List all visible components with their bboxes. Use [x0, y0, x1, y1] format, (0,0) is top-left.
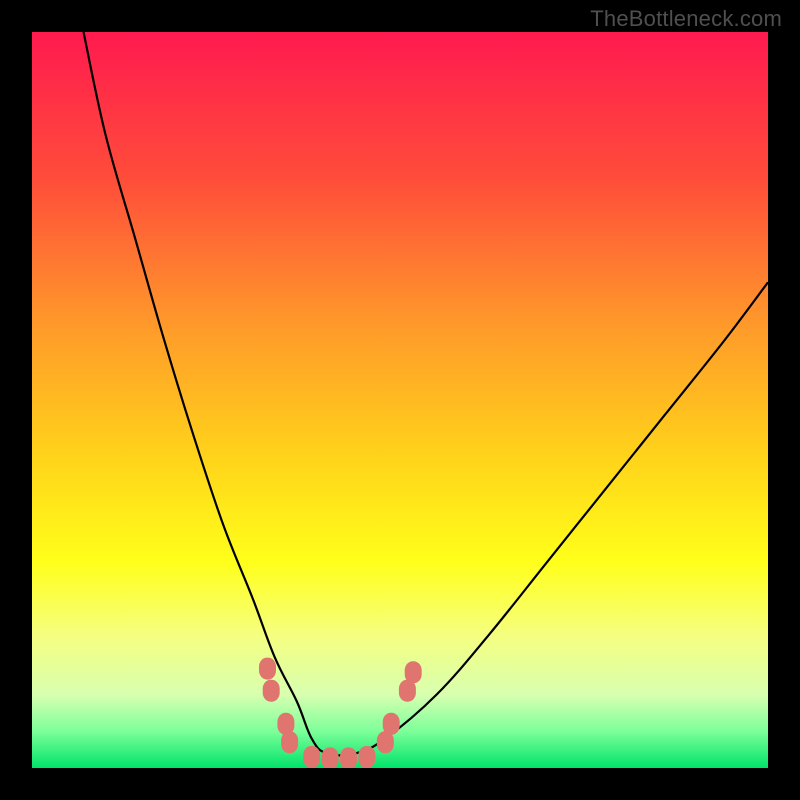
watermark-text: TheBottleneck.com [590, 6, 782, 32]
chart-svg [32, 32, 768, 768]
marker-dot [263, 680, 280, 702]
marker-dot [340, 747, 357, 768]
marker-dot [322, 747, 339, 768]
marker-dot [383, 713, 400, 735]
marker-dot [259, 658, 276, 680]
marker-dot [303, 746, 320, 768]
marker-dot [405, 661, 422, 683]
plot-area [32, 32, 768, 768]
marker-dot [358, 746, 375, 768]
gradient-background [32, 32, 768, 768]
marker-dot [281, 731, 298, 753]
chart-frame: TheBottleneck.com [0, 0, 800, 800]
